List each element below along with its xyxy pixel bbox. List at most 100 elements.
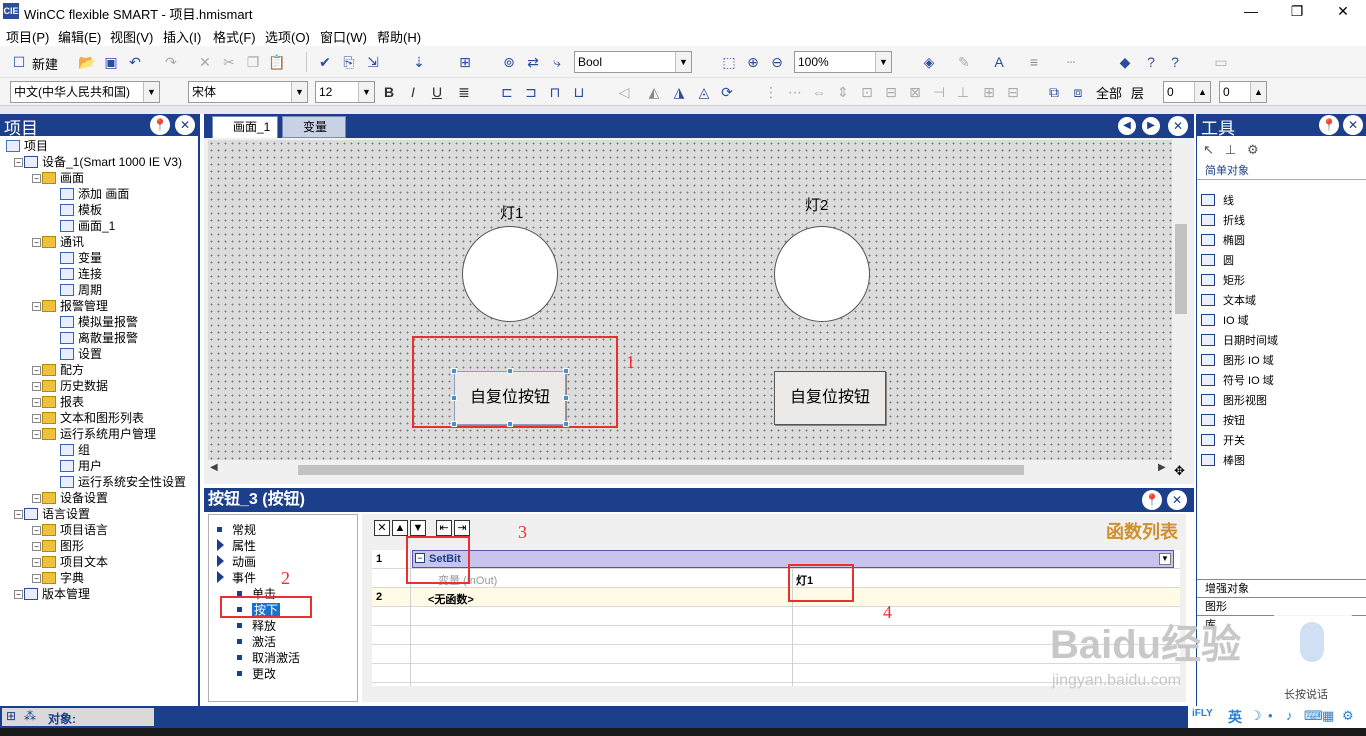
move-up-icon[interactable]: ▲ — [392, 520, 408, 536]
expand-collapse-icon[interactable]: − — [14, 158, 23, 167]
tree-item[interactable]: − 报表 — [32, 394, 84, 410]
tree-item[interactable]: 设置 — [60, 346, 102, 362]
tree-item[interactable]: − 文本和图形列表 — [32, 410, 144, 426]
menu-edit[interactable]: 编辑(E) — [58, 27, 101, 46]
tool-item[interactable]: IO 域 — [1201, 312, 1249, 330]
screen-canvas[interactable]: 灯1 灯2 1 自复位按钮 自复位按钮 — [208, 140, 1172, 460]
chevron-down-icon[interactable]: ▼ — [291, 82, 307, 102]
pin-icon[interactable]: 📍 — [1319, 115, 1339, 135]
move-icon[interactable]: ✥ — [1174, 463, 1185, 479]
canvas-horizontal-scrollbar[interactable]: ◀ ▶ — [208, 462, 1172, 478]
ungroup-icon[interactable]: ⊟ — [1004, 83, 1022, 101]
distribute-h-icon[interactable]: ⋯ — [786, 83, 804, 101]
layer-spinner-1[interactable]: 0 ▲ — [1163, 81, 1211, 103]
tree-item[interactable]: 模拟量报警 — [60, 314, 138, 330]
tree-item[interactable]: 项目 — [6, 138, 48, 154]
close-icon[interactable]: ✕ — [1167, 490, 1187, 510]
tool-item[interactable]: 日期时间域 — [1201, 332, 1278, 350]
distribute-icon[interactable]: ⋮ — [762, 83, 780, 101]
tool-item[interactable]: 开关 — [1201, 432, 1245, 450]
tree-item[interactable]: − 运行系统用户管理 — [32, 426, 156, 442]
rotate-left-icon[interactable]: ◮ — [670, 83, 688, 101]
chevron-down-icon[interactable]: ▼ — [875, 52, 891, 72]
open-icon[interactable]: 📂 — [78, 53, 96, 71]
tree-item[interactable]: 组 — [60, 442, 90, 458]
layout-icon[interactable]: ▭ — [1212, 53, 1230, 71]
zoom-out-icon[interactable]: ⊖ — [768, 53, 786, 71]
expand-collapse-icon[interactable]: − — [14, 590, 23, 599]
tree-item[interactable]: − 项目语言 — [32, 522, 108, 538]
keyboard-icon[interactable]: ⌨ — [1304, 708, 1323, 724]
menu-view[interactable]: 视图(V) — [110, 27, 153, 46]
properties-nav-item[interactable]: 动画 — [217, 553, 256, 570]
indent-icon[interactable]: ⇤ — [436, 520, 452, 536]
selection-handle[interactable] — [563, 421, 569, 427]
tree-item[interactable]: 模板 — [60, 202, 102, 218]
save-icon[interactable]: ▣ — [102, 53, 120, 71]
tree-item[interactable]: 周期 — [60, 282, 102, 298]
tool-item[interactable]: 图形 IO 域 — [1201, 352, 1274, 370]
properties-nav-item[interactable]: 更改 — [237, 665, 276, 682]
align-right-icon[interactable]: ⊓ — [546, 83, 564, 101]
scroll-right-icon[interactable]: ▶ — [1158, 462, 1166, 473]
expand-collapse-icon[interactable]: − — [14, 510, 23, 519]
align-center-icon[interactable]: ⊐ — [522, 83, 540, 101]
expand-collapse-icon[interactable]: − — [32, 574, 41, 583]
bold-button[interactable]: B — [380, 83, 398, 101]
all-layers-label[interactable]: 全部 — [1096, 83, 1122, 102]
tree-item[interactable]: 添加 画面 — [60, 186, 129, 202]
align-top-icon[interactable]: ⊔ — [570, 83, 588, 101]
layer-front-icon[interactable]: ⧉ — [1045, 83, 1063, 101]
tree-item[interactable]: − 版本管理 — [14, 586, 90, 602]
pin-icon[interactable]: 📍 — [150, 115, 170, 135]
expand-collapse-icon[interactable]: − — [32, 382, 41, 391]
restore-button[interactable]: ❐ — [1274, 0, 1320, 24]
language-combo[interactable]: 中文(中华人民共和国) ▼ — [10, 81, 160, 103]
rotate-icon[interactable]: ⟳ — [718, 83, 736, 101]
expand-collapse-icon[interactable]: − — [32, 302, 41, 311]
tree-item[interactable]: − 项目文本 — [32, 554, 108, 570]
check-icon[interactable]: ✔ — [316, 53, 334, 71]
tree-item[interactable]: − 设备_1(Smart 1000 IE V3) — [14, 154, 182, 170]
undo-icon[interactable]: ↶ — [126, 53, 144, 71]
layer-back-icon[interactable]: ⧈ — [1069, 83, 1087, 101]
tree-item[interactable]: − 画面 — [32, 170, 84, 186]
cut-icon[interactable]: ✂ — [220, 53, 238, 71]
tree-item[interactable]: − 设备设置 — [32, 490, 108, 506]
close-icon[interactable]: ✕ — [1343, 115, 1363, 135]
spinner-icon[interactable]: ▲ — [1250, 82, 1266, 102]
expand-collapse-icon[interactable]: − — [32, 414, 41, 423]
expand-collapse-icon[interactable]: − — [32, 366, 41, 375]
tool-item[interactable]: 图形视图 — [1201, 392, 1267, 410]
flip-icon[interactable]: ◁ — [615, 83, 633, 101]
lamp-1-circle[interactable] — [462, 226, 558, 322]
menu-project[interactable]: 项目(P) — [6, 27, 49, 46]
library-icon[interactable]: ◆ — [1116, 53, 1134, 71]
selection-handle[interactable] — [563, 368, 569, 374]
menu-insert[interactable]: 插入(I) — [163, 27, 201, 46]
tool-item[interactable]: 棒图 — [1201, 452, 1245, 470]
shirt-icon[interactable]: ▦ — [1322, 708, 1334, 724]
expand-collapse-icon[interactable]: − — [32, 430, 41, 439]
spacing-icon[interactable]: ⊣ — [930, 83, 948, 101]
expand-collapse-icon[interactable]: − — [32, 526, 41, 535]
center-h-icon[interactable]: ⊟ — [882, 83, 900, 101]
tree-item[interactable]: 变量 — [60, 250, 102, 266]
tree-item[interactable]: 画面_1 — [60, 218, 115, 234]
function-row-2[interactable]: 2 <无函数> — [372, 588, 1180, 607]
copy-icon[interactable]: ❐ — [244, 53, 262, 71]
text-align-icon[interactable]: ≣ — [455, 83, 473, 101]
spacing-v-icon[interactable]: ⊥ — [954, 83, 972, 101]
compile-icon[interactable]: ⎘ — [340, 53, 358, 71]
expand-collapse-icon[interactable]: − — [32, 398, 41, 407]
tab-screen-1[interactable]: 画面_1 — [212, 116, 278, 138]
reset-button-2[interactable]: 自复位按钮 — [774, 371, 886, 425]
tool-item[interactable]: 线 — [1201, 192, 1234, 210]
expand-collapse-icon[interactable]: − — [32, 558, 41, 567]
expand-collapse-icon[interactable]: − — [32, 542, 41, 551]
ifly-icon[interactable]: iFLY — [1192, 708, 1213, 719]
mirror-icon[interactable]: ◭ — [645, 83, 663, 101]
font-combo[interactable]: 宋体 ▼ — [188, 81, 308, 103]
line-width-icon[interactable]: ≡ — [1025, 53, 1043, 71]
tool-item[interactable]: 符号 IO 域 — [1201, 372, 1274, 390]
